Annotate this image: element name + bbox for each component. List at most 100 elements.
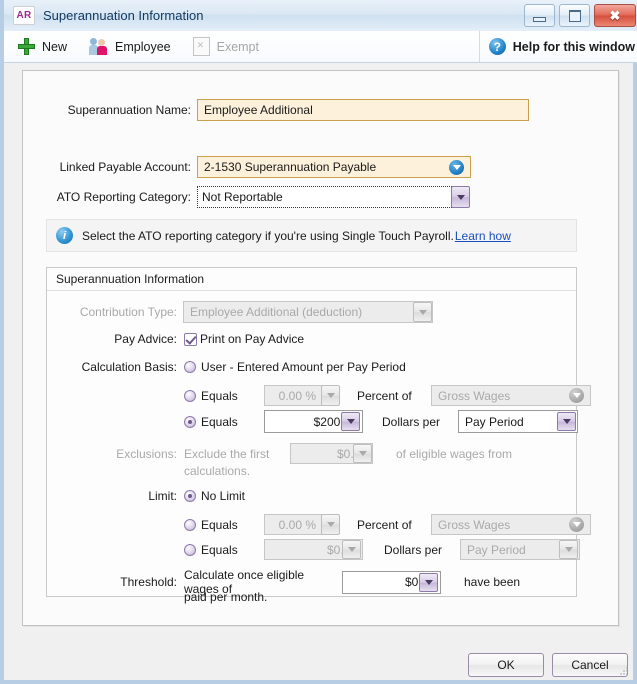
chevron-down-icon <box>321 514 340 535</box>
exempt-button: Exempt <box>192 31 259 62</box>
threshold-row: Threshold: Calculate once eligible wages… <box>47 568 567 596</box>
limit-percent-row: Equals 0.00 % Percent of Gross Wages <box>184 514 624 535</box>
calc-basis-percent-input: 0.00 % <box>264 385 322 406</box>
exclusions-suffix: of eligible wages from <box>396 446 513 461</box>
exclusions-row: Exclusions: Exclude the first $0.00 of e… <box>47 443 567 464</box>
cancel-button[interactable]: Cancel <box>552 653 628 677</box>
limit-dollars-per-label: Dollars per <box>384 542 443 557</box>
limit-percent-of-label: Percent of <box>357 517 412 532</box>
chevron-down-icon[interactable] <box>341 412 360 431</box>
superannuation-information-group: Superannuation Information Contribution … <box>46 267 591 604</box>
exclusions-label: Exclusions: <box>116 446 177 461</box>
chevron-down-icon <box>321 385 340 406</box>
calc-basis-dollars-row: Equals $200.00 Dollars per Pay Period <box>184 410 624 433</box>
resize-grip[interactable] <box>619 667 629 677</box>
limit-label: Limit: <box>148 489 177 503</box>
print-on-pay-advice-label: Print on Pay Advice <box>200 332 305 346</box>
contribution-type-select: Employee Additional (deduction) <box>183 301 433 323</box>
exclusions-row-2: calculations. <box>184 464 250 478</box>
calc-basis-option2-label: Equals <box>201 388 238 403</box>
ato-reporting-category-value: Not Reportable <box>202 190 283 204</box>
limit-percent-source: Gross Wages <box>431 514 591 535</box>
calc-basis-option-user-entered[interactable]: User - Entered Amount per Pay Period <box>184 360 406 374</box>
plus-icon <box>18 38 35 55</box>
superannuation-name-label: Superannuation Name: <box>67 103 191 117</box>
group-title: Superannuation Information <box>56 272 205 286</box>
toolbar: New Employee Exempt ? Help for this wind… <box>4 31 637 63</box>
close-icon: ✖ <box>609 8 621 23</box>
limit-percent-input: 0.00 % <box>264 514 322 535</box>
threshold-suffix: have been <box>464 575 521 589</box>
calc-basis-percent-of-label: Percent of <box>357 388 412 403</box>
checkbox-icon <box>184 332 197 346</box>
radio-icon <box>184 543 196 556</box>
limit-option-no-limit[interactable]: No Limit <box>184 489 245 503</box>
ok-button[interactable]: OK <box>468 653 544 677</box>
info-banner-text: Select the ATO reporting category if you… <box>82 229 511 243</box>
dropdown-circle-icon <box>569 517 584 532</box>
calc-basis-percent-source-value: Gross Wages <box>438 388 511 403</box>
pay-advice-label: Pay Advice: <box>114 332 177 346</box>
title-bar: AR Superannuation Information ✖ <box>4 0 637 32</box>
maximize-button[interactable] <box>559 4 590 27</box>
chevron-down-icon[interactable] <box>419 572 438 592</box>
calculation-basis-row: Calculation Basis: User - Entered Amount… <box>47 360 547 374</box>
chevron-down-icon <box>559 540 578 559</box>
new-button-label: New <box>42 39 68 54</box>
threshold-label: Threshold: <box>120 575 177 589</box>
print-on-pay-advice-checkbox[interactable]: Print on Pay Advice <box>184 332 304 346</box>
calc-basis-option-dollars[interactable]: Equals <box>184 415 264 429</box>
limit-option2-label: Equals <box>201 517 238 532</box>
calc-basis-percent-source: Gross Wages <box>431 385 591 406</box>
maximize-icon <box>568 9 581 22</box>
calc-basis-percent-row: Equals 0.00 % Percent of Gross Wages <box>184 385 624 406</box>
people-icon <box>89 38 108 55</box>
app-icon: AR <box>13 6 35 25</box>
window-title: Superannuation Information <box>43 8 204 23</box>
threshold-suffix2: paid per month. <box>184 590 268 604</box>
minimize-icon <box>533 16 546 22</box>
chevron-down-icon <box>353 444 372 463</box>
calc-basis-dollars-per-label: Dollars per <box>382 414 441 429</box>
radio-icon <box>184 389 196 402</box>
help-for-this-window-button[interactable]: ? Help for this window <box>478 31 635 62</box>
limit-dollars-row: Equals $0.00 Dollars per Pay Period <box>184 539 624 560</box>
linked-payable-account-row: Linked Payable Account: 2-1530 Superannu… <box>23 156 483 178</box>
calculation-basis-label: Calculation Basis: <box>81 360 177 374</box>
new-button[interactable]: New <box>18 31 67 62</box>
limit-option-dollars[interactable]: Equals <box>184 543 264 557</box>
superannuation-name-input[interactable]: Employee Additional <box>197 99 529 121</box>
employee-button-label: Employee <box>115 39 171 54</box>
calc-basis-option-percent[interactable]: Equals <box>184 389 264 403</box>
help-label: Help for this window <box>512 39 635 54</box>
limit-option1-label: No Limit <box>201 489 246 503</box>
dropdown-circle-icon[interactable] <box>449 159 464 175</box>
limit-option-percent[interactable]: Equals <box>184 518 264 532</box>
superannuation-information-window: AR Superannuation Information ✖ New Empl… <box>0 0 637 684</box>
learn-how-link[interactable]: Learn how <box>455 229 511 243</box>
limit-percent-source-value: Gross Wages <box>438 517 511 532</box>
contribution-type-row: Contribution Type: Employee Additional (… <box>47 301 467 323</box>
calc-basis-option3-label: Equals <box>201 414 238 429</box>
contribution-type-label: Contribution Type: <box>79 305 177 319</box>
calc-basis-option1-label: User - Entered Amount per Pay Period <box>201 360 406 374</box>
chevron-down-icon[interactable] <box>451 186 470 208</box>
exclusions-prefix: Exclude the first <box>184 446 270 461</box>
minimize-button[interactable] <box>524 4 555 27</box>
chevron-down-icon <box>413 302 432 322</box>
info-icon: i <box>56 227 73 244</box>
linked-payable-account-field[interactable]: 2-1530 Superannuation Payable <box>197 156 471 178</box>
dropdown-circle-icon <box>569 388 584 403</box>
chevron-down-icon <box>342 540 361 559</box>
chevron-down-icon[interactable] <box>557 412 576 431</box>
ato-reporting-category-select[interactable]: Not Reportable <box>197 186 452 208</box>
page-icon <box>192 37 210 56</box>
close-button[interactable]: ✖ <box>594 4 636 27</box>
limit-row: Limit: No Limit <box>47 489 467 503</box>
radio-icon <box>184 518 196 531</box>
info-banner-message: Select the ATO reporting category if you… <box>82 228 454 243</box>
radio-icon <box>184 415 196 428</box>
employee-button[interactable]: Employee <box>89 31 171 62</box>
ato-reporting-category-row: ATO Reporting Category: Not Reportable <box>23 186 483 208</box>
group-divider <box>47 290 576 291</box>
